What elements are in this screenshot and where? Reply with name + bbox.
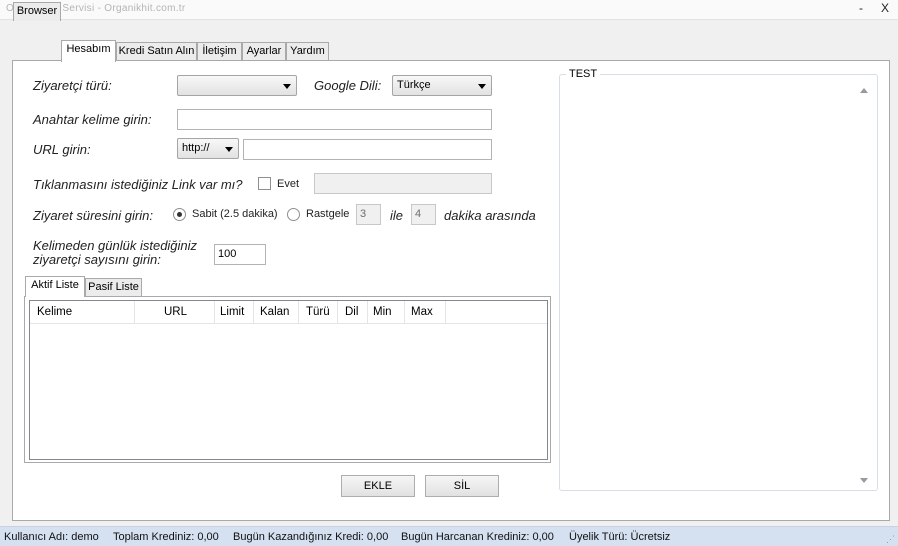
url-label: URL girin: bbox=[33, 142, 91, 157]
tab-pasif-liste[interactable]: Pasif Liste bbox=[85, 278, 142, 297]
column-header-dil[interactable]: Dil bbox=[338, 301, 368, 324]
duration-between-label: ile bbox=[390, 208, 404, 223]
visitor-type-select[interactable] bbox=[177, 75, 297, 96]
scroll-down-icon[interactable] bbox=[860, 478, 868, 483]
column-header-limit[interactable]: Limit bbox=[215, 301, 254, 324]
link-checkbox[interactable] bbox=[258, 177, 271, 190]
column-header-min[interactable]: Min bbox=[368, 301, 405, 324]
visitor-type-label: Ziyaretçi türü: bbox=[33, 78, 112, 93]
delete-button[interactable]: SİL bbox=[425, 475, 499, 497]
duration-fixed-radio[interactable] bbox=[173, 208, 186, 221]
keyword-label: Anahtar kelime girin: bbox=[33, 112, 152, 127]
link-checkbox-label: Evet bbox=[277, 178, 300, 190]
list-panel: Kelime URL Limit Kalan Türü Dil Min Max bbox=[24, 296, 551, 463]
chevron-down-icon bbox=[225, 147, 233, 152]
keyword-input[interactable] bbox=[177, 109, 492, 130]
column-header-kelime[interactable]: Kelime bbox=[30, 301, 135, 324]
column-header-turu[interactable]: Türü bbox=[299, 301, 338, 324]
column-header-max[interactable]: Max bbox=[405, 301, 446, 324]
duration-min-input[interactable]: 3 bbox=[356, 204, 381, 225]
google-lang-value: Türkçe bbox=[397, 79, 431, 91]
duration-random-radio[interactable] bbox=[287, 208, 300, 221]
column-header-kalan[interactable]: Kalan bbox=[254, 301, 299, 324]
duration-suffix-label: dakika arasında bbox=[444, 208, 536, 223]
chevron-down-icon bbox=[283, 84, 291, 89]
test-groupbox-title: TEST bbox=[566, 68, 601, 80]
keyword-list[interactable]: Kelime URL Limit Kalan Türü Dil Min Max bbox=[29, 300, 548, 460]
link-input[interactable] bbox=[314, 173, 492, 194]
daily-count-input[interactable]: 100 bbox=[214, 244, 266, 265]
test-groupbox bbox=[559, 74, 878, 491]
url-input[interactable] bbox=[243, 139, 492, 160]
chevron-down-icon bbox=[478, 84, 486, 89]
duration-fixed-label: Sabit (2.5 dakika) bbox=[192, 208, 278, 220]
daily-count-label-line1: Kelimeden günlük istediğiniz bbox=[33, 238, 198, 253]
add-button[interactable]: EKLE bbox=[341, 475, 415, 497]
scroll-up-icon[interactable] bbox=[860, 88, 868, 93]
link-question-label: Tıklanmasını istediğiniz Link var mı? bbox=[33, 177, 243, 192]
duration-random-label: Rastgele bbox=[306, 208, 350, 220]
column-header-url[interactable]: URL bbox=[135, 301, 215, 324]
tab-aktif-liste[interactable]: Aktif Liste bbox=[25, 276, 85, 297]
duration-max-input[interactable]: 4 bbox=[411, 204, 436, 225]
list-header: Kelime URL Limit Kalan Türü Dil Min Max bbox=[30, 301, 547, 324]
daily-count-label-line2: ziyaretçi sayısını girin: bbox=[33, 252, 161, 267]
duration-label: Ziyaret süresini girin: bbox=[33, 208, 153, 223]
test-scrollbar[interactable] bbox=[857, 84, 871, 487]
google-lang-select[interactable]: Türkçe bbox=[392, 75, 492, 96]
google-lang-label: Google Dili: bbox=[314, 78, 382, 93]
url-scheme-value: http:// bbox=[182, 142, 210, 154]
url-scheme-select[interactable]: http:// bbox=[177, 138, 239, 159]
